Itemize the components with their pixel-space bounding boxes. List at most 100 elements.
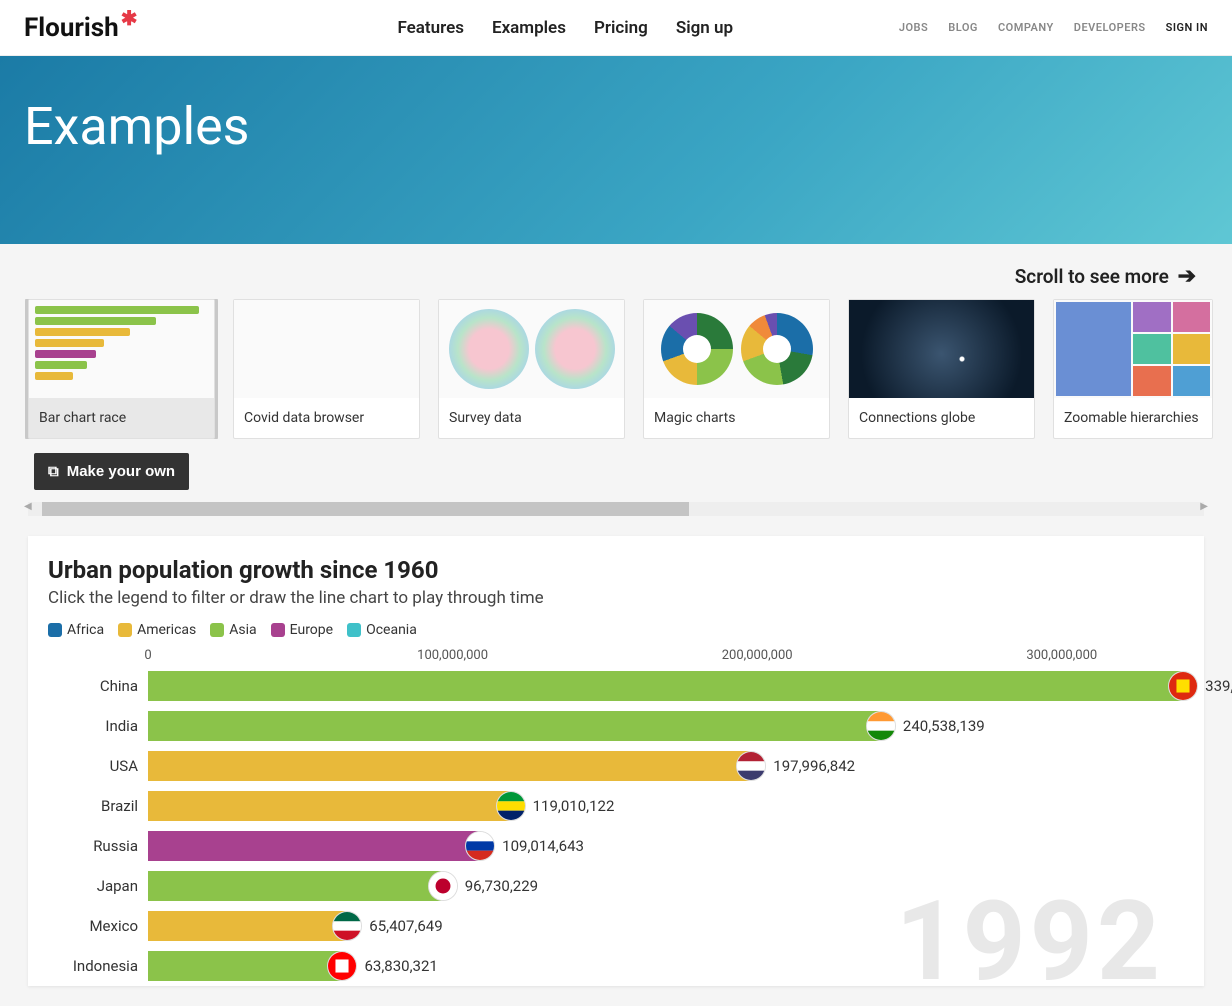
legend-swatch xyxy=(271,623,285,637)
legend: Africa Americas Asia Europe Oceania xyxy=(48,622,1184,638)
card-thumb xyxy=(29,300,214,398)
bar-chart: 1992 China339,719,066India240,538,139USA… xyxy=(68,666,1184,986)
bar-category-label: Indonesia xyxy=(68,957,148,975)
bar-value-label: 119,010,122 xyxy=(533,797,615,815)
country-flag-icon xyxy=(496,791,526,821)
bar-track: 240,538,139 xyxy=(148,711,1184,741)
scroll-left-icon[interactable]: ◀ xyxy=(24,501,32,512)
nav-company[interactable]: COMPANY xyxy=(998,21,1054,34)
scroll-right-icon[interactable]: ▶ xyxy=(1200,501,1208,512)
card-label: Magic charts xyxy=(644,398,829,438)
legend-swatch xyxy=(118,623,132,637)
bar-track: 197,996,842 xyxy=(148,751,1184,781)
make-your-own-button[interactable]: ⧉ Make your own xyxy=(34,453,189,490)
bar-row: Brazil 119,010,122 xyxy=(68,786,1184,826)
bar-fill[interactable] xyxy=(148,711,881,741)
legend-label: Africa xyxy=(67,622,104,638)
x-axis: 0100,000,000200,000,000300,000,000 xyxy=(148,648,1184,666)
bar-fill[interactable] xyxy=(148,751,751,781)
country-flag-icon xyxy=(428,871,458,901)
bar-row: China339,719,066 xyxy=(68,666,1184,706)
carousel-scrollbar[interactable]: ◀ ▶ xyxy=(28,502,1204,516)
legend-item-asia[interactable]: Asia xyxy=(210,622,256,638)
bar-row: USA 197,996,842 xyxy=(68,746,1184,786)
scroll-more-text: Scroll to see more xyxy=(1015,265,1169,288)
main-nav: Features Examples Pricing Sign up xyxy=(397,18,733,38)
card-thumb xyxy=(439,300,624,398)
bar-category-label: Brazil xyxy=(68,797,148,815)
legend-swatch xyxy=(347,623,361,637)
top-header: Flourish ✱ Features Examples Pricing Sig… xyxy=(0,0,1232,56)
card-label: Survey data xyxy=(439,398,624,438)
hero-banner: Examples xyxy=(0,56,1232,244)
bar-fill[interactable] xyxy=(148,911,347,941)
scrollbar-thumb[interactable] xyxy=(42,502,689,516)
legend-item-europe[interactable]: Europe xyxy=(271,622,333,638)
country-flag-icon xyxy=(327,951,357,981)
card-thumb xyxy=(1054,300,1212,398)
card-bar-chart-race[interactable]: Bar chart race xyxy=(28,299,215,439)
bar-category-label: Japan xyxy=(68,877,148,895)
brand-logo[interactable]: Flourish ✱ xyxy=(24,13,137,43)
nav-developers[interactable]: DEVELOPERS xyxy=(1074,21,1146,34)
legend-item-oceania[interactable]: Oceania xyxy=(347,622,417,638)
legend-label: Americas xyxy=(137,622,196,638)
bar-row: Russia 109,014,643 xyxy=(68,826,1184,866)
card-label: Zoomable hierarchies xyxy=(1054,398,1212,438)
card-magic-charts[interactable]: Magic charts xyxy=(643,299,830,439)
examples-carousel[interactable]: Bar chart race Covid data browser Survey… xyxy=(0,299,1232,439)
hero-title: Examples xyxy=(24,96,1208,157)
nav-features[interactable]: Features xyxy=(397,18,464,38)
vis-subtitle: Click the legend to filter or draw the l… xyxy=(48,588,1184,608)
card-zoomable-hierarchies[interactable]: Zoomable hierarchies xyxy=(1053,299,1213,439)
bar-fill[interactable] xyxy=(148,871,443,901)
bar-row: Japan96,730,229 xyxy=(68,866,1184,906)
nav-examples[interactable]: Examples xyxy=(492,18,566,38)
legend-label: Oceania xyxy=(366,622,417,638)
external-link-icon: ⧉ xyxy=(48,463,59,480)
bar-fill[interactable] xyxy=(148,951,342,981)
axis-tick: 200,000,000 xyxy=(722,648,793,663)
bar-category-label: China xyxy=(68,677,148,695)
vis-title: Urban population growth since 1960 xyxy=(48,556,1184,584)
country-flag-icon xyxy=(866,711,896,741)
bar-fill[interactable] xyxy=(148,791,511,821)
country-flag-icon xyxy=(1168,671,1198,701)
country-flag-icon xyxy=(736,751,766,781)
card-covid-data[interactable]: Covid data browser xyxy=(233,299,420,439)
legend-item-africa[interactable]: Africa xyxy=(48,622,104,638)
country-flag-icon xyxy=(332,911,362,941)
bar-category-label: Russia xyxy=(68,837,148,855)
bar-category-label: USA xyxy=(68,757,148,775)
nav-signup[interactable]: Sign up xyxy=(676,18,733,38)
bar-track: 63,830,321 xyxy=(148,951,1184,981)
card-survey-data[interactable]: Survey data xyxy=(438,299,625,439)
bar-track: 109,014,643 xyxy=(148,831,1184,861)
arrow-right-icon: ➔ xyxy=(1178,264,1196,289)
legend-label: Asia xyxy=(229,622,256,638)
legend-item-americas[interactable]: Americas xyxy=(118,622,196,638)
secondary-nav: JOBS BLOG COMPANY DEVELOPERS SIGN IN xyxy=(899,21,1208,34)
bar-value-label: 197,996,842 xyxy=(773,757,855,775)
bar-row: Mexico65,407,649 xyxy=(68,906,1184,946)
bar-value-label: 339,719,066 xyxy=(1205,677,1232,695)
bar-value-label: 109,014,643 xyxy=(502,837,584,855)
country-flag-icon xyxy=(465,831,495,861)
nav-pricing[interactable]: Pricing xyxy=(594,18,648,38)
nav-blog[interactable]: BLOG xyxy=(948,21,978,34)
brand-name: Flourish xyxy=(24,13,119,43)
nav-jobs[interactable]: JOBS xyxy=(899,21,928,34)
card-connections-globe[interactable]: Connections globe xyxy=(848,299,1035,439)
card-label: Bar chart race xyxy=(29,398,214,438)
bar-row: Indonesia 63,830,321 xyxy=(68,946,1184,986)
nav-signin[interactable]: SIGN IN xyxy=(1166,21,1208,34)
bar-fill[interactable] xyxy=(148,671,1183,701)
make-own-label: Make your own xyxy=(67,463,175,480)
scroll-more-hint: Scroll to see more ➔ xyxy=(0,244,1232,299)
bar-value-label: 63,830,321 xyxy=(364,957,437,975)
bar-fill[interactable] xyxy=(148,831,480,861)
bar-category-label: Mexico xyxy=(68,917,148,935)
visualization-panel: Urban population growth since 1960 Click… xyxy=(28,536,1204,986)
brand-burst-icon: ✱ xyxy=(121,6,138,30)
bar-track: 119,010,122 xyxy=(148,791,1184,821)
